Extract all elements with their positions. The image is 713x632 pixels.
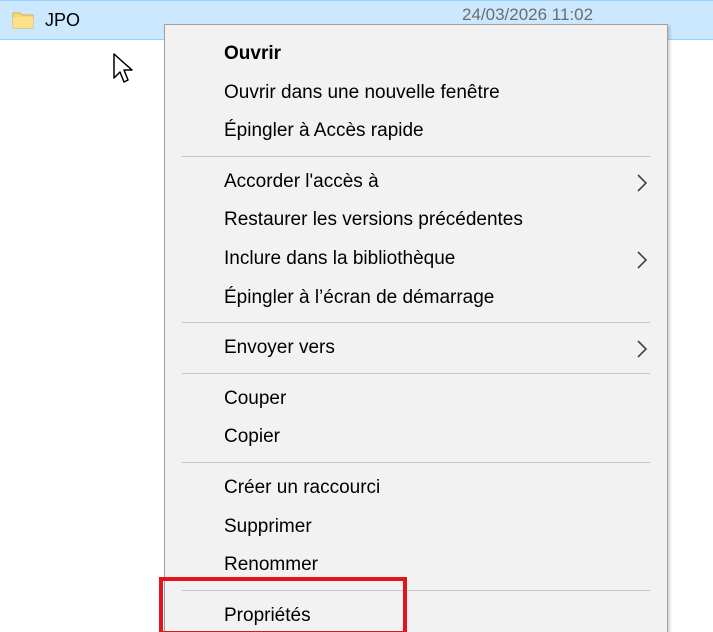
folder-icon bbox=[12, 11, 34, 29]
menu-item-inclure-dans-la-bibliotheque[interactable]: Inclure dans la bibliothèque bbox=[165, 240, 667, 278]
file-date: 24/03/2026 11:02 bbox=[462, 5, 594, 24]
menu-item-label: Créer un raccourci bbox=[224, 477, 381, 498]
menu-item-label: Restaurer les versions précédentes bbox=[224, 209, 523, 231]
menu-item-restaurer-les-versions-precedentes[interactable]: Restaurer les versions précédentes bbox=[165, 201, 667, 239]
menu-item-label: Propriétés bbox=[224, 604, 311, 626]
menu-item-label: Couper bbox=[224, 387, 287, 409]
file-name[interactable]: JPO bbox=[45, 10, 80, 30]
chevron-right-icon bbox=[635, 249, 649, 271]
menu-item-label: Épingler à Accès rapide bbox=[224, 120, 424, 142]
menu-item-label: Épingler à l’écran de démarrage bbox=[224, 286, 495, 308]
menu-item-label: Copier bbox=[224, 426, 280, 448]
menu-separator bbox=[182, 322, 650, 324]
menu-item-label: Ouvrir bbox=[224, 43, 282, 64]
menu-separator bbox=[182, 372, 650, 374]
menu-item-creer-un-raccourci[interactable]: Créer un raccourci bbox=[165, 469, 667, 507]
menu-item-renommer[interactable]: Renommer bbox=[165, 546, 667, 584]
explorer-window: JPO 24/03/2026 11:02 Ouvrir Ouvrir dans u… bbox=[0, 0, 713, 632]
menu-item-ouvrir[interactable]: Ouvrir bbox=[165, 35, 667, 73]
menu-item-proprietes[interactable]: Propriétés bbox=[165, 597, 667, 632]
menu-item-epingler-a-acces-rapide[interactable]: Épingler à Accès rapide bbox=[165, 112, 667, 150]
menu-item-label: Inclure dans la bibliothèque bbox=[224, 248, 456, 269]
menu-separator bbox=[182, 589, 650, 591]
menu-item-epingler-a-l-ecran-de-demarrage[interactable]: Épingler à l’écran de démarrage bbox=[165, 279, 667, 317]
menu-item-label: Renommer bbox=[224, 554, 318, 576]
menu-item-couper[interactable]: Couper bbox=[165, 380, 667, 418]
menu-item-label: Envoyer vers bbox=[224, 337, 335, 359]
menu-item-accorder-l-acces-a[interactable]: Accorder l'accès à bbox=[165, 163, 667, 201]
chevron-right-icon bbox=[635, 338, 649, 360]
menu-item-label: Supprimer bbox=[224, 515, 312, 537]
menu-separator bbox=[182, 462, 650, 463]
menu-separator bbox=[182, 155, 650, 157]
menu-item-ouvrir-dans-une-nouvelle-fenetre[interactable]: Ouvrir dans une nouvelle fenêtre bbox=[165, 74, 667, 112]
menu-item-supprimer[interactable]: Supprimer bbox=[165, 508, 667, 546]
menu-item-label: Accorder l'accès à bbox=[224, 170, 379, 192]
menu-item-envoyer-vers[interactable]: Envoyer vers bbox=[165, 329, 667, 367]
menu-item-copier[interactable]: Copier bbox=[165, 418, 667, 456]
menu-item-label: Ouvrir dans une nouvelle fenêtre bbox=[224, 81, 500, 103]
chevron-right-icon bbox=[635, 172, 649, 194]
context-menu: Ouvrir Ouvrir dans une nouvelle fenêtre Ép… bbox=[164, 24, 668, 632]
mouse-cursor-icon bbox=[112, 52, 136, 88]
